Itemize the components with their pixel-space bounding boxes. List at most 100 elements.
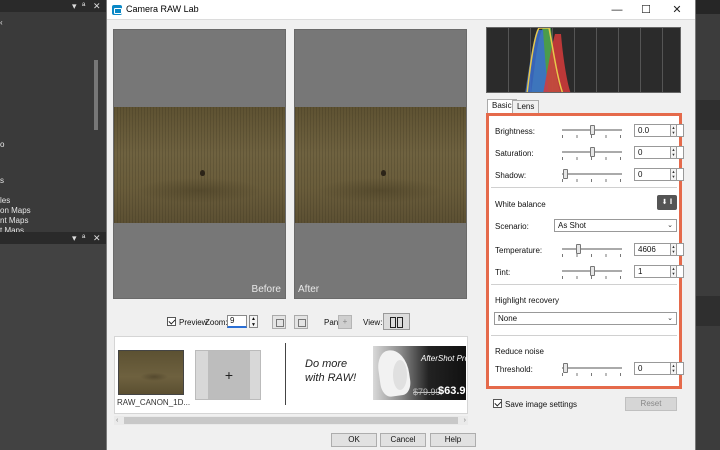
promo-text: Do more with RAW! <box>305 357 356 385</box>
slider-handle[interactable] <box>563 169 568 179</box>
split-view-button[interactable] <box>383 313 410 330</box>
divider <box>285 343 286 405</box>
slider-handle[interactable] <box>590 266 595 276</box>
threshold-label: Threshold: <box>495 365 533 374</box>
slider-handle[interactable] <box>563 363 568 373</box>
list-item[interactable]: s <box>0 176 4 186</box>
chevron-down-icon: ⌄ <box>667 315 673 322</box>
highlight-recovery-value: None <box>498 314 518 323</box>
scenario-select[interactable]: As Shot ⌄ <box>554 219 677 232</box>
close-icon[interactable]: ✕ <box>93 0 101 12</box>
preview-checkbox[interactable] <box>167 317 176 326</box>
histogram <box>486 27 681 93</box>
tint-stepper[interactable]: ▲ ▼ <box>670 265 677 278</box>
panel-list: ‹ o s les on Maps nt Maps t Maps <box>0 14 96 235</box>
shadow-stepper[interactable]: ▲ ▼ <box>670 168 677 181</box>
background-app-right-panel <box>696 0 720 450</box>
actual-size-button[interactable] <box>294 315 308 329</box>
scrollbar[interactable] <box>94 60 98 130</box>
ad-old-price: $79.99 <box>413 387 441 397</box>
pin-icon[interactable]: ▾ <box>72 232 77 244</box>
scroll-right-icon[interactable]: › <box>464 416 466 425</box>
background-block <box>696 100 720 130</box>
after-preview[interactable]: After <box>294 29 467 299</box>
promo-line: with RAW! <box>305 372 357 384</box>
shadow-label: Shadow: <box>495 171 527 180</box>
tint-label: Tint: <box>495 268 511 277</box>
aftershot-ad-banner[interactable]: AfterShot Pro 3 $79.99 $63.99 <box>373 346 466 400</box>
float-icon[interactable]: ª <box>82 232 85 244</box>
reset-button[interactable]: Reset <box>625 397 677 411</box>
list-item[interactable]: o <box>0 140 4 150</box>
filmstrip-scrollbar[interactable]: ‹ › <box>114 416 468 425</box>
white-balance-label: White balance <box>495 200 546 209</box>
section-divider <box>491 284 677 285</box>
ok-button[interactable]: OK <box>331 433 377 447</box>
section-divider <box>491 335 677 336</box>
slider-handle[interactable] <box>590 125 595 135</box>
add-image-slot[interactable]: + <box>195 350 261 400</box>
after-label: After <box>298 284 320 295</box>
saturation-stepper[interactable]: ▲ ▼ <box>670 146 677 159</box>
maximize-button[interactable]: ☐ <box>631 0 661 20</box>
close-button[interactable]: ✕ <box>662 0 692 20</box>
cancel-button[interactable]: Cancel <box>380 433 426 447</box>
threshold-stepper[interactable]: ▲ ▼ <box>670 362 677 375</box>
temperature-label: Temperature: <box>495 246 543 255</box>
slider-ticks <box>562 373 622 376</box>
before-preview[interactable]: Before <box>113 29 286 299</box>
panel-header: ▾ ª ✕ <box>0 0 106 12</box>
highlight-recovery-select[interactable]: None ⌄ <box>494 312 677 325</box>
shadow-slider[interactable] <box>562 169 622 182</box>
temperature-slider[interactable] <box>562 244 622 257</box>
zoom-input[interactable]: 9 <box>227 315 247 328</box>
list-item[interactable]: les <box>0 196 10 206</box>
zoom-stepper[interactable]: ▲ ▼ <box>249 315 258 328</box>
brightness-slider[interactable] <box>562 125 622 138</box>
brightness-stepper[interactable]: ▲ ▼ <box>670 124 677 137</box>
eyedropper-button[interactable]: ⬇ ‖ <box>657 195 677 210</box>
dialog-title: Camera RAW Lab <box>126 4 199 14</box>
histogram-curves <box>525 28 571 92</box>
thumbnail-filename: RAW_CANON_1D... <box>117 398 191 407</box>
tint-slider[interactable] <box>562 266 622 279</box>
threshold-slider[interactable] <box>562 363 622 376</box>
reduce-noise-label: Reduce noise <box>495 347 544 356</box>
section-divider <box>491 187 677 188</box>
temperature-stepper[interactable]: ▲ ▼ <box>670 243 677 256</box>
save-settings-checkbox[interactable] <box>493 399 502 408</box>
bird-image <box>381 170 386 176</box>
slider-ticks <box>562 157 622 160</box>
list-item[interactable]: nt Maps <box>0 216 28 226</box>
close-icon[interactable]: ✕ <box>93 232 101 244</box>
minimize-button[interactable]: — <box>602 0 632 20</box>
brightness-label: Brightness: <box>495 127 536 136</box>
slider-handle[interactable] <box>576 244 581 254</box>
list-item[interactable]: on Maps <box>0 206 31 216</box>
float-icon[interactable]: ª <box>82 0 85 12</box>
image-thumbnail[interactable] <box>118 350 184 395</box>
saturation-slider[interactable] <box>562 147 622 160</box>
background-app-pane <box>0 244 106 450</box>
horse-image <box>393 360 407 390</box>
help-button[interactable]: Help <box>430 433 476 447</box>
fit-view-button[interactable] <box>272 315 286 329</box>
slider-track <box>562 367 622 369</box>
promo-line: Do more <box>305 358 348 370</box>
slider-handle[interactable] <box>590 147 595 157</box>
slider-ticks <box>562 135 622 138</box>
view-label: View: <box>363 318 383 327</box>
ad-title: AfterShot Pro 3 <box>421 354 466 363</box>
scrollbar-thumb[interactable] <box>124 417 458 424</box>
pan-button[interactable]: + <box>338 315 352 329</box>
ad-new-price: $63.99 <box>438 385 466 397</box>
list-item[interactable]: ‹ <box>0 18 3 28</box>
panel-header <box>696 0 720 14</box>
scenario-value: As Shot <box>558 221 587 230</box>
scroll-left-icon[interactable]: ‹ <box>116 416 118 425</box>
slider-track <box>562 173 622 175</box>
chevron-down-icon: ⌄ <box>667 222 673 229</box>
pin-icon[interactable]: ▾ <box>72 0 77 12</box>
filmstrip: RAW_CANON_1D... + Do more with RAW! Afte… <box>114 336 468 414</box>
tab-lens[interactable]: Lens <box>512 100 540 113</box>
